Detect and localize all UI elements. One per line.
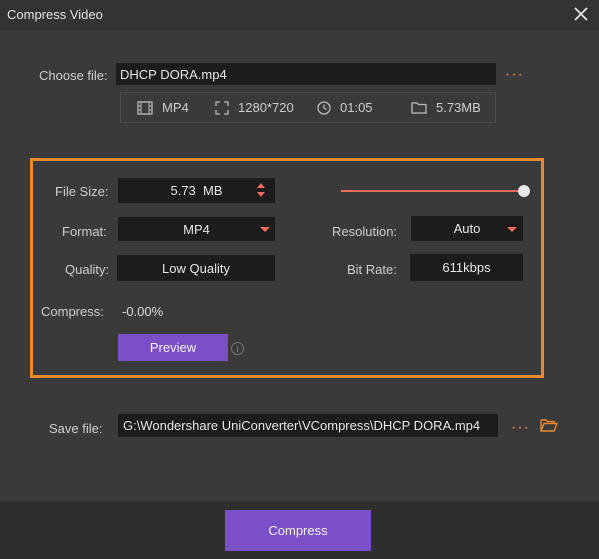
save-file-label: Save file:: [49, 421, 103, 436]
compress-button[interactable]: Compress: [225, 510, 371, 551]
close-icon: [574, 7, 588, 21]
quality-value: Low Quality: [162, 260, 230, 276]
save-file-more-button[interactable]: ···: [511, 420, 530, 436]
quality-select[interactable]: Low Quality: [117, 255, 275, 281]
file-resolution-text: 1280*720: [238, 100, 294, 115]
info-icon[interactable]: i: [231, 342, 244, 355]
clock-icon: [317, 100, 331, 115]
file-size-slider-thumb[interactable]: [518, 185, 530, 197]
file-size-input[interactable]: 5.73 MB: [118, 178, 275, 203]
choose-file-input[interactable]: DHCP DORA.mp4: [116, 63, 496, 85]
file-size-value: 5.73 MB: [170, 183, 223, 198]
preview-button[interactable]: Preview: [118, 334, 228, 361]
resolution-dropdown-caret-icon: [507, 227, 517, 232]
open-folder-icon[interactable]: [540, 418, 558, 432]
up-down-arrows-icon[interactable]: [256, 182, 266, 198]
compress-ratio-value: -0.00%: [122, 304, 164, 319]
film-icon: [137, 100, 153, 115]
bitrate-label: Bit Rate:: [347, 262, 397, 277]
file-format-text: MP4: [162, 100, 189, 115]
save-file-input[interactable]: G:\Wondershare UniConverter\VCompress\DH…: [118, 414, 498, 437]
file-info-resolution: 1280*720: [215, 100, 294, 115]
compress-ratio-label: Compress:: [41, 304, 104, 319]
folder-icon: [411, 102, 427, 114]
file-size-text: 5.73MB: [436, 100, 481, 115]
title-bar: Compress Video: [0, 0, 599, 30]
save-file-value: G:\Wondershare UniConverter\VCompress\DH…: [123, 418, 481, 433]
quality-label: Quality:: [65, 262, 110, 277]
choose-file-more-button[interactable]: ···: [505, 67, 524, 83]
bitrate-input[interactable]: 611kbps: [410, 254, 523, 281]
close-button[interactable]: [570, 3, 592, 25]
resolution-label: Resolution:: [332, 224, 398, 239]
choose-file-value: DHCP DORA.mp4: [120, 66, 227, 82]
bitrate-value: 611kbps: [442, 260, 491, 275]
resolution-value: Auto: [453, 221, 481, 236]
format-value: MP4: [183, 221, 210, 237]
file-info-bar: MP4 1280*720 01:05 5.73MB: [120, 92, 496, 123]
choose-file-label: Choose file:: [39, 68, 108, 83]
format-label: Format:: [62, 224, 107, 239]
file-duration-text: 01:05: [340, 100, 373, 115]
file-size-slider-track[interactable]: [341, 190, 523, 192]
window-title: Compress Video: [7, 7, 103, 22]
file-info-size: 5.73MB: [411, 100, 481, 115]
file-info-duration: 01:05: [317, 100, 373, 115]
format-select[interactable]: MP4: [118, 217, 275, 241]
format-dropdown-caret-icon: [260, 227, 270, 232]
file-info-format: MP4: [137, 100, 189, 115]
resize-icon: [215, 100, 229, 115]
file-size-label: File Size:: [55, 184, 109, 199]
